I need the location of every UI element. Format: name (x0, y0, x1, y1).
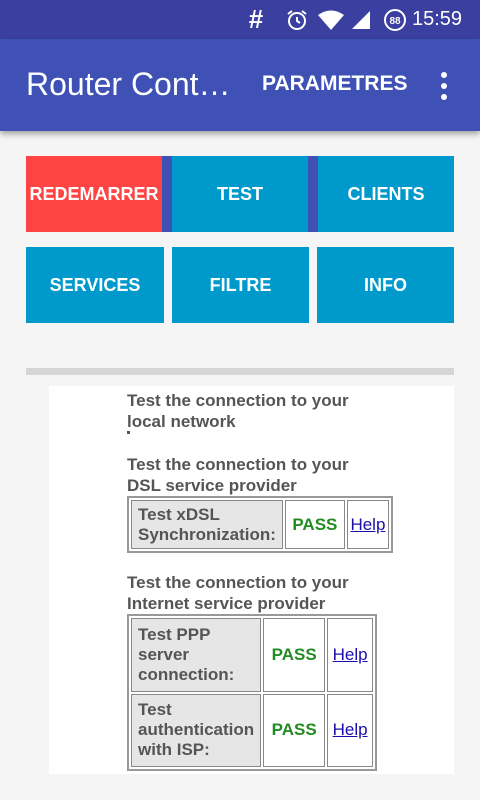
table-row: Test authentication with ISP: PASS Help (131, 693, 373, 767)
bullet-dot (127, 431, 130, 434)
services-button[interactable]: SERVICES (26, 247, 164, 323)
battery-saver-icon: 88 (382, 0, 408, 39)
help-link[interactable]: Help (333, 720, 368, 739)
wifi-icon (316, 0, 346, 39)
clients-button[interactable]: CLIENTS (318, 156, 454, 232)
app-bar: Router Control PARAMETRES (0, 39, 480, 131)
test-result: PASS (284, 500, 345, 549)
table-row: Test xDSL Synchronization: PASS Help (131, 500, 389, 549)
isp-test-table: Test PPP server connection: PASS Help Te… (127, 614, 377, 771)
status-time: 15:59 (412, 8, 463, 30)
dsl-test-table: Test xDSL Synchronization: PASS Help (127, 496, 393, 553)
table-row: Test PPP server connection: PASS Help (131, 618, 373, 692)
app-title: Router Control (26, 66, 231, 102)
help-link[interactable]: Help (333, 645, 368, 664)
alarm-icon (284, 0, 310, 39)
test-report-webview[interactable]: Test the connection to your local networ… (49, 386, 454, 774)
parametres-button[interactable]: PARAMETRES (262, 72, 407, 96)
local-network-heading: Test the connection to your local networ… (127, 391, 349, 431)
help-link[interactable]: Help (350, 515, 385, 534)
help-cell: Help (327, 618, 373, 692)
test-label: Test authentication with ISP: (131, 693, 262, 767)
more-vert-icon[interactable] (432, 69, 456, 103)
info-button[interactable]: INFO (317, 247, 454, 323)
test-result: PASS (263, 693, 326, 767)
test-result: PASS (263, 618, 326, 692)
test-button[interactable]: TEST (172, 156, 308, 232)
signal-icon (350, 0, 372, 39)
isp-heading: Test the connection to your Internet ser… (127, 573, 349, 613)
status-bar: # 88 15:59 (0, 0, 480, 39)
filter-button[interactable]: FILTRE (172, 247, 309, 323)
hash-icon: # (248, 4, 264, 34)
divider (26, 368, 454, 375)
restart-button[interactable]: REDEMARRER (26, 156, 162, 232)
help-cell: Help (327, 693, 373, 767)
dsl-heading: Test the connection to your DSL service … (127, 455, 349, 495)
battery-level: 88 (389, 16, 401, 27)
test-label: Test PPP server connection: (131, 618, 262, 692)
help-cell: Help (346, 500, 389, 549)
test-label: Test xDSL Synchronization: (131, 500, 283, 549)
